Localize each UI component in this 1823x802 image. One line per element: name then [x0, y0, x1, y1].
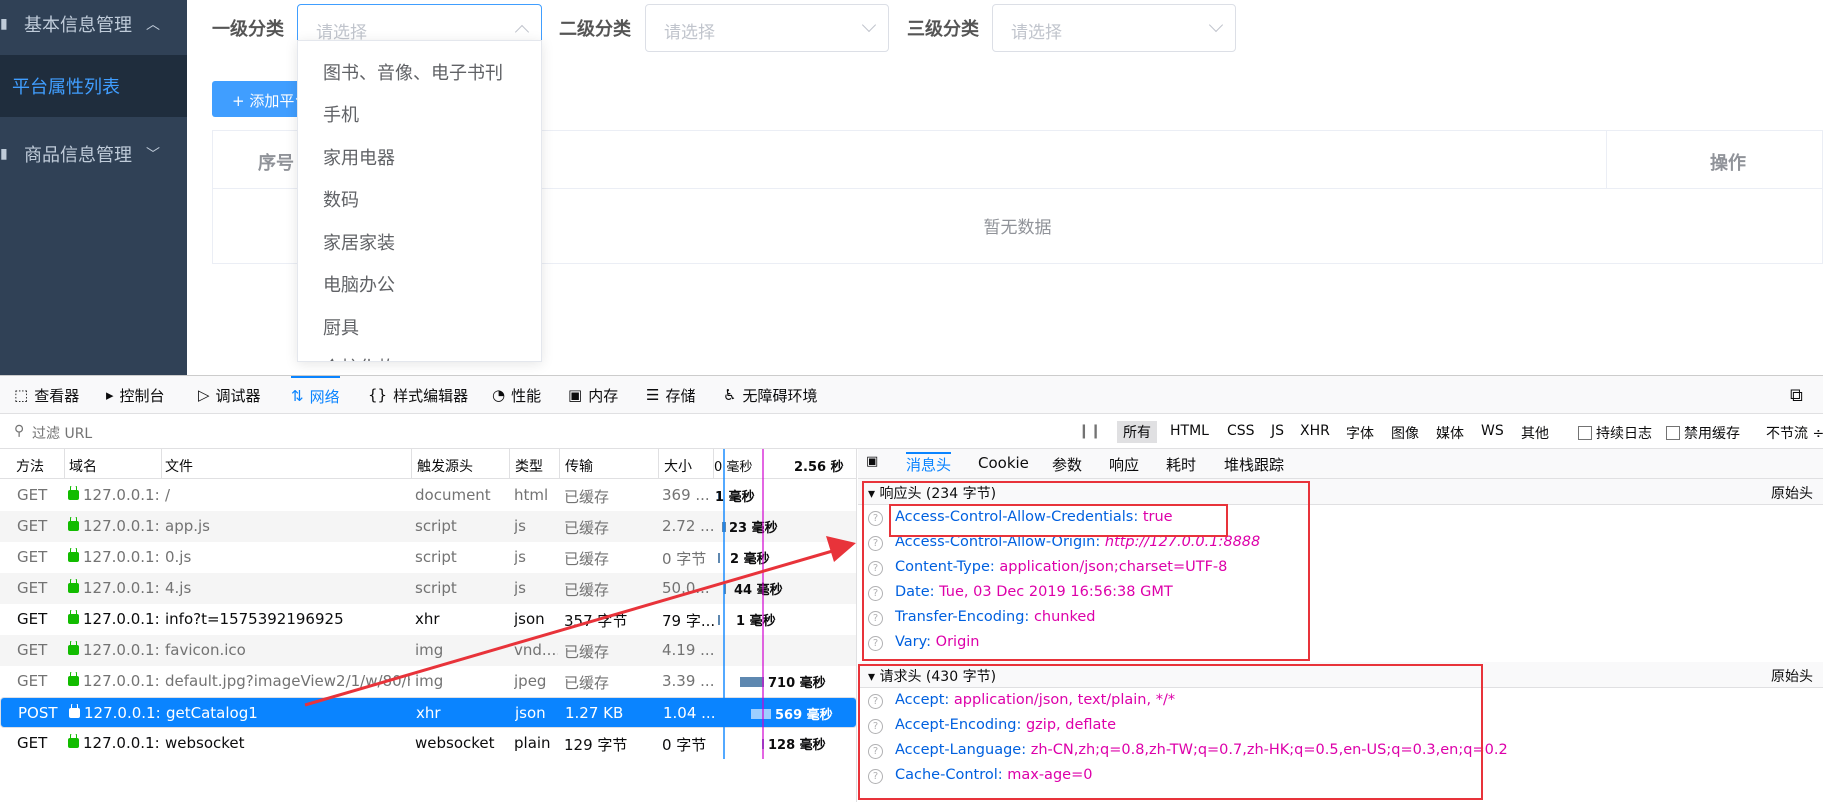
level3-label: 三级分类	[907, 19, 979, 40]
submenu-platform-attr-list[interactable]: 平台属性列表	[0, 55, 187, 117]
level1-label: 一级分类	[212, 19, 284, 40]
chevron-up-icon	[514, 24, 530, 40]
col-action-header: 操作	[1710, 153, 1746, 174]
dropdown-option[interactable]: 电脑办公	[323, 271, 395, 297]
menu-product-info[interactable]: ▮ 商品信息管理 ﹀	[0, 130, 187, 178]
dropdown-option[interactable]: 家用电器	[323, 144, 395, 170]
dropdown-option[interactable]: 家居家装	[323, 229, 395, 255]
menu-basic-info[interactable]: ▮ 基本信息管理 ︿	[0, 0, 187, 48]
dropdown-option[interactable]: 个护化妆	[323, 354, 395, 361]
dropdown-option[interactable]: 手机	[323, 101, 359, 127]
dropdown-option[interactable]: 数码	[323, 186, 359, 212]
level2-label: 二级分类	[559, 19, 631, 40]
app-area: ▮ 基本信息管理 ︿ 平台属性列表 ▮ 商品信息管理 ﹀ 一级分类 请选择 二级…	[0, 0, 1823, 375]
menu-product-info-label: 商品信息管理	[24, 145, 132, 166]
chevron-down-icon	[861, 17, 877, 33]
chevron-up-icon: ︿	[146, 17, 160, 33]
level2-select[interactable]: 请选择	[645, 4, 889, 52]
level3-select[interactable]: 请选择	[992, 4, 1236, 52]
sidebar: ▮ 基本信息管理 ︿ 平台属性列表 ▮ 商品信息管理 ﹀	[0, 0, 187, 375]
dropdown-option[interactable]: 厨具	[323, 314, 359, 340]
level1-dropdown: 图书、音像、电子书刊 手机 家用电器 数码 家居家装 电脑办公 厨具 个护化妆	[297, 40, 542, 362]
chevron-down-icon: ﹀	[146, 147, 160, 163]
level2-placeholder: 请选择	[664, 23, 715, 43]
chevron-down-icon	[1208, 17, 1224, 33]
menu-basic-info-label: 基本信息管理	[24, 15, 132, 36]
dropdown-option[interactable]: 图书、音像、电子书刊	[323, 59, 503, 85]
devtools-panel: ⬚ 查看器 ▸ 控制台 ▷ 调试器 ⇅ 网络 {} 样式编辑器 ◔ 性能 ▣ 内存 ☰ 存储 ♿…	[0, 375, 1823, 802]
level3-placeholder: 请选择	[1011, 23, 1062, 43]
column-divider	[1606, 131, 1607, 189]
annotation-arrow	[304, 536, 856, 707]
menu-icon: ▮	[0, 146, 8, 162]
menu-icon: ▮	[0, 16, 8, 32]
col-index-header: 序号	[258, 153, 294, 174]
